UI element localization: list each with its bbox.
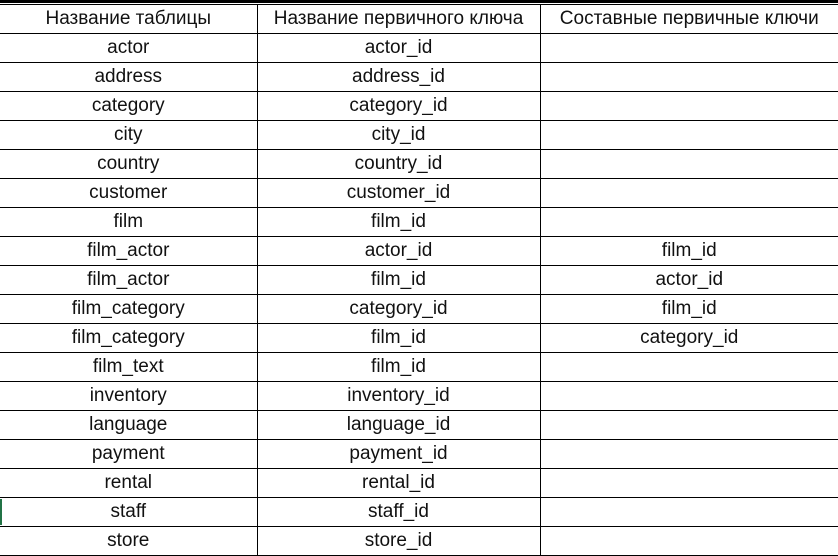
cell-composite-key[interactable] xyxy=(539,120,838,150)
cell-primary-key[interactable]: staff_id xyxy=(256,497,541,527)
table-row: address address_id xyxy=(0,62,838,92)
cell-table-name[interactable]: film_category xyxy=(0,323,258,353)
header-table-name[interactable]: Название таблицы xyxy=(0,4,258,34)
cell-composite-key[interactable]: film_id xyxy=(539,294,838,324)
cell-composite-key[interactable]: actor_id xyxy=(539,265,838,295)
cell-primary-key[interactable]: country_id xyxy=(256,149,541,179)
table-row: film_category category_id film_id xyxy=(0,294,838,324)
table-row: film_text film_id xyxy=(0,352,838,382)
table-row: actor actor_id xyxy=(0,33,838,63)
cell-composite-key[interactable] xyxy=(539,62,838,92)
cell-table-name[interactable]: city xyxy=(0,120,258,150)
table-row: film film_id xyxy=(0,207,838,237)
cell-composite-key[interactable] xyxy=(539,497,838,527)
cell-table-name[interactable]: actor xyxy=(0,33,258,63)
cell-table-name[interactable]: film_category xyxy=(0,294,258,324)
cell-composite-key[interactable] xyxy=(539,526,838,556)
cell-composite-key[interactable]: category_id xyxy=(539,323,838,353)
primary-keys-table: Название таблицы Название первичного клю… xyxy=(0,4,838,556)
cell-composite-key[interactable] xyxy=(539,352,838,382)
cell-composite-key[interactable] xyxy=(539,439,838,469)
cell-table-name[interactable]: staff xyxy=(0,497,258,527)
cell-table-name[interactable]: language xyxy=(0,410,258,440)
cell-primary-key[interactable]: language_id xyxy=(256,410,541,440)
cell-composite-key[interactable] xyxy=(539,91,838,121)
cell-table-name[interactable]: payment xyxy=(0,439,258,469)
cell-table-name[interactable]: category xyxy=(0,91,258,121)
table-row: category category_id xyxy=(0,91,838,121)
table-row: payment payment_id xyxy=(0,439,838,469)
cell-composite-key[interactable] xyxy=(539,178,838,208)
cell-table-name[interactable]: film_actor xyxy=(0,236,258,266)
cell-composite-key[interactable]: film_id xyxy=(539,236,838,266)
cell-composite-key[interactable] xyxy=(539,410,838,440)
cell-primary-key[interactable]: film_id xyxy=(256,207,541,237)
table-row: city city_id xyxy=(0,120,838,150)
cell-primary-key[interactable]: actor_id xyxy=(256,33,541,63)
cell-primary-key[interactable]: store_id xyxy=(256,526,541,556)
table-row: language language_id xyxy=(0,410,838,440)
cell-primary-key[interactable]: address_id xyxy=(256,62,541,92)
cell-primary-key[interactable]: film_id xyxy=(256,265,541,295)
table-row: country country_id xyxy=(0,149,838,179)
cell-composite-key[interactable] xyxy=(539,207,838,237)
cell-primary-key[interactable]: rental_id xyxy=(256,468,541,498)
table-row: customer customer_id xyxy=(0,178,838,208)
cell-table-name[interactable]: rental xyxy=(0,468,258,498)
table-body: actor actor_id address address_id category ca… xyxy=(0,33,838,556)
cell-table-name[interactable]: store xyxy=(0,526,258,556)
cell-table-name[interactable]: inventory xyxy=(0,381,258,411)
cell-primary-key[interactable]: city_id xyxy=(256,120,541,150)
table-row: store store_id xyxy=(0,526,838,556)
header-composite-keys[interactable]: Составные первичные ключи xyxy=(539,4,838,34)
cell-table-name[interactable]: film_text xyxy=(0,352,258,382)
cell-composite-key[interactable] xyxy=(539,468,838,498)
spreadsheet: Название таблицы Название первичного клю… xyxy=(0,0,838,556)
cell-primary-key[interactable]: film_id xyxy=(256,323,541,353)
cell-primary-key[interactable]: category_id xyxy=(256,294,541,324)
cell-composite-key[interactable] xyxy=(539,149,838,179)
cell-table-name[interactable]: country xyxy=(0,149,258,179)
cell-table-name[interactable]: address xyxy=(0,62,258,92)
header-row: Название таблицы Название первичного клю… xyxy=(0,4,838,34)
cell-primary-key[interactable]: customer_id xyxy=(256,178,541,208)
cell-table-name[interactable]: customer xyxy=(0,178,258,208)
table-row: film_category film_id category_id xyxy=(0,323,838,353)
cell-primary-key[interactable]: film_id xyxy=(256,352,541,382)
cell-primary-key[interactable]: actor_id xyxy=(256,236,541,266)
cell-primary-key[interactable]: payment_id xyxy=(256,439,541,469)
table-row: inventory inventory_id xyxy=(0,381,838,411)
table-row: film_actor film_id actor_id xyxy=(0,265,838,295)
header-primary-key[interactable]: Название первичного ключа xyxy=(256,4,541,34)
cell-primary-key[interactable]: category_id xyxy=(256,91,541,121)
table-row: rental rental_id xyxy=(0,468,838,498)
selected-row-marker xyxy=(0,499,2,525)
table-row: film_actor actor_id film_id xyxy=(0,236,838,266)
cell-primary-key[interactable]: inventory_id xyxy=(256,381,541,411)
table-row: staff staff_id xyxy=(0,497,838,527)
top-border xyxy=(0,0,838,3)
cell-composite-key[interactable] xyxy=(539,33,838,63)
cell-table-name[interactable]: film_actor xyxy=(0,265,258,295)
cell-table-name[interactable]: film xyxy=(0,207,258,237)
cell-composite-key[interactable] xyxy=(539,381,838,411)
